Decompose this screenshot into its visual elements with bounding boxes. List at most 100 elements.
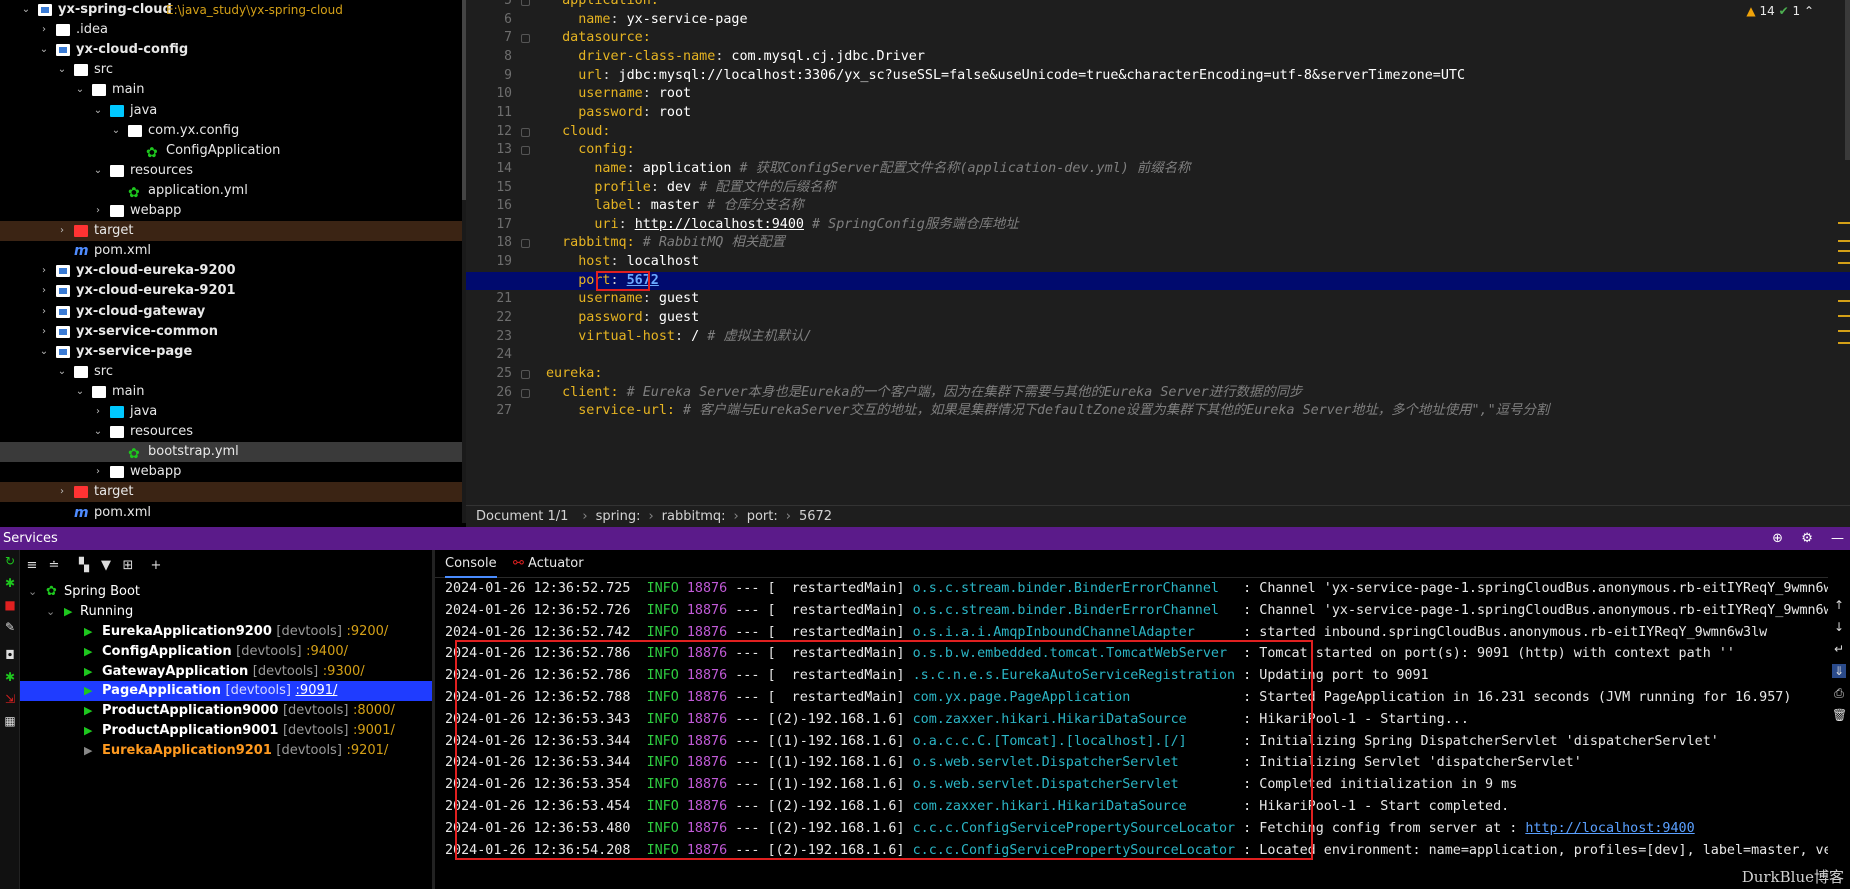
code-line[interactable]: uri: http://localhost:9400 # SpringConfi… — [466, 216, 1850, 235]
spring-boot-node[interactable]: ⌄ ✿ Spring Boot — [20, 582, 432, 602]
code-line[interactable]: virtual-host: / # 虚拟主机默认/ — [466, 328, 1850, 347]
code-line[interactable]: profile: dev # 配置文件的后缀名称 — [466, 179, 1850, 198]
chevron-right-icon[interactable]: › — [92, 201, 104, 221]
chevron-down-icon[interactable]: ⌄ — [38, 342, 50, 362]
code-line[interactable]: datasource: — [466, 29, 1850, 48]
wrench-icon[interactable]: ✎ — [3, 620, 17, 634]
group-by-icon[interactable]: ▚ — [76, 558, 92, 574]
tree-item[interactable]: › webapp — [0, 462, 462, 482]
layout-icon[interactable]: ▦ — [3, 714, 17, 728]
collapse-all-icon[interactable]: ≐ — [46, 558, 62, 574]
breadcrumb-item[interactable]: 5672 — [799, 509, 832, 524]
port-link[interactable]: :9400/ — [306, 644, 348, 659]
code-line[interactable]: password: root — [466, 104, 1850, 123]
code-line[interactable]: label: master # 仓库分支名称 — [466, 197, 1850, 216]
code-line[interactable]: port: 5672 — [466, 271, 1850, 291]
inspection-widget[interactable]: ▲ 14 ✔ 1 ⌃ — [1746, 4, 1814, 18]
service-app[interactable]: ▶ PageApplication [devtools] :9091/ — [20, 681, 432, 702]
warning-marker[interactable] — [1838, 240, 1850, 242]
warning-marker[interactable] — [1838, 250, 1850, 252]
chevron-down-icon[interactable]: ⌄ — [92, 161, 104, 181]
error-stripe[interactable] — [1836, 0, 1850, 505]
tree-item[interactable]: ⌄ com.yx.config — [0, 121, 462, 141]
chevron-down-icon[interactable]: ⌄ — [38, 40, 50, 60]
code-line[interactable]: application: — [466, 0, 1850, 11]
uri-link[interactable]: http://localhost:9400 — [635, 217, 804, 232]
chevron-down-icon[interactable]: ⌄ — [74, 80, 86, 100]
tree-item[interactable]: ⌄ yx-cloud-config — [0, 40, 462, 60]
warning-marker[interactable] — [1838, 262, 1850, 264]
chevron-down-icon[interactable]: ⌄ — [92, 422, 104, 442]
chevron-right-icon[interactable]: › — [92, 402, 104, 422]
warning-marker[interactable] — [1838, 330, 1850, 332]
warning-marker[interactable] — [1838, 315, 1850, 317]
tree-item[interactable]: › target — [0, 482, 462, 503]
port-link[interactable]: :9200/ — [346, 624, 388, 639]
port-link[interactable]: :9201/ — [346, 743, 388, 758]
code-line[interactable]: url: jdbc:mysql://localhost:3306/yx_sc?u… — [466, 67, 1850, 86]
service-app[interactable]: ▶ EurekaApplication9200 [devtools] :9200/ — [20, 622, 432, 642]
chevron-right-icon[interactable]: › — [38, 261, 50, 281]
tree-item[interactable]: ⌄ yx-service-page — [0, 342, 462, 362]
stop-icon[interactable]: ■ — [3, 598, 17, 612]
code-line[interactable]: name: yx-service-page — [466, 11, 1850, 30]
tree-item[interactable]: ⌄ resources — [0, 422, 462, 442]
tree-item[interactable]: ✿ bootstrap.yml — [0, 442, 462, 463]
chevron-up-icon[interactable]: ⌃ — [1804, 4, 1814, 18]
chevron-right-icon[interactable]: › — [38, 20, 50, 40]
chevron-right-icon[interactable]: › — [56, 221, 68, 241]
tree-item[interactable]: ⌄ src — [0, 60, 462, 80]
soft-wrap-icon[interactable]: ↵ — [1832, 642, 1846, 656]
breadcrumb-item[interactable]: spring: — [596, 509, 641, 524]
warning-marker[interactable] — [1838, 342, 1850, 344]
code-line[interactable]: rabbitmq: # RabbitMQ 相关配置 — [466, 234, 1850, 253]
code-line[interactable]: host: localhost — [466, 253, 1850, 272]
port-link[interactable]: :9300/ — [323, 664, 365, 679]
port-link[interactable]: :9091/ — [296, 683, 338, 698]
tree-item[interactable]: ⌄ yx-spring-cloud E:\java_study\yx-spring-… — [0, 0, 462, 20]
gear-icon[interactable]: ⚙ — [1801, 531, 1813, 546]
code-line[interactable]: config: — [466, 141, 1850, 160]
tree-item[interactable]: m pom.xml — [0, 241, 462, 261]
new-tab-icon[interactable]: ⊞ — [120, 558, 136, 574]
chevron-right-icon[interactable]: › — [92, 462, 104, 482]
chevron-right-icon[interactable]: › — [38, 281, 50, 301]
code-line[interactable]: cloud: — [466, 123, 1850, 142]
log-link[interactable]: http://localhost:9400 — [1525, 821, 1694, 836]
code-line[interactable]: service-url: # 客户端与EurekaServer交互的地址，如果是… — [466, 402, 1850, 421]
service-app[interactable]: ▶ ProductApplication9001 [devtools] :9001… — [20, 721, 432, 741]
service-app[interactable]: ▶ ConfigApplication [devtools] :9400/ — [20, 642, 432, 662]
service-app[interactable]: ▶ EurekaApplication9201 [devtools] :9201/ — [20, 741, 432, 761]
target-icon[interactable]: ⊕ — [1772, 531, 1783, 546]
service-app[interactable]: ▶ ProductApplication9000 [devtools] :8000… — [20, 701, 432, 721]
tree-item[interactable]: › yx-cloud-eureka-9201 — [0, 281, 462, 301]
code-line[interactable]: password: guest — [466, 309, 1850, 328]
warning-marker[interactable] — [1838, 222, 1850, 224]
chevron-down-icon[interactable]: ⌄ — [46, 602, 55, 622]
tree-item[interactable]: › webapp — [0, 201, 462, 221]
chevron-down-icon[interactable]: ⌄ — [28, 582, 37, 602]
scroll-to-end-icon[interactable]: ⇓ — [1832, 664, 1846, 678]
arrow-down-icon[interactable]: ↓ — [1832, 620, 1846, 634]
tree-item[interactable]: ⌄ src — [0, 362, 462, 382]
chevron-right-icon[interactable]: › — [56, 482, 68, 502]
tree-item[interactable]: ⌄ resources — [0, 161, 462, 181]
bug-icon[interactable]: ✱ — [3, 670, 17, 684]
chevron-down-icon[interactable]: ⌄ — [56, 362, 68, 382]
tree-item[interactable]: › java — [0, 402, 462, 422]
tab-console[interactable]: Console — [445, 550, 497, 578]
tree-item[interactable]: m pom.xml — [0, 503, 462, 523]
trash-icon[interactable]: 🗑 — [1832, 708, 1847, 722]
code-line[interactable]: username: root — [466, 85, 1850, 104]
chevron-down-icon[interactable]: ⌄ — [74, 382, 86, 402]
chevron-right-icon[interactable]: › — [38, 322, 50, 342]
breadcrumb-item[interactable]: port: — [747, 509, 778, 524]
camera-icon[interactable]: ◘ — [3, 648, 17, 662]
chevron-down-icon[interactable]: ⌄ — [92, 101, 104, 121]
tree-item[interactable]: ⌄ java — [0, 101, 462, 121]
warning-marker[interactable] — [1838, 300, 1850, 302]
tree-item[interactable]: › yx-cloud-gateway — [0, 302, 462, 322]
chevron-down-icon[interactable]: ⌄ — [56, 60, 68, 80]
code-line[interactable]: name: application # 获取ConfigServer配置文件名称… — [466, 160, 1850, 179]
tree-item[interactable]: › .idea — [0, 20, 462, 40]
